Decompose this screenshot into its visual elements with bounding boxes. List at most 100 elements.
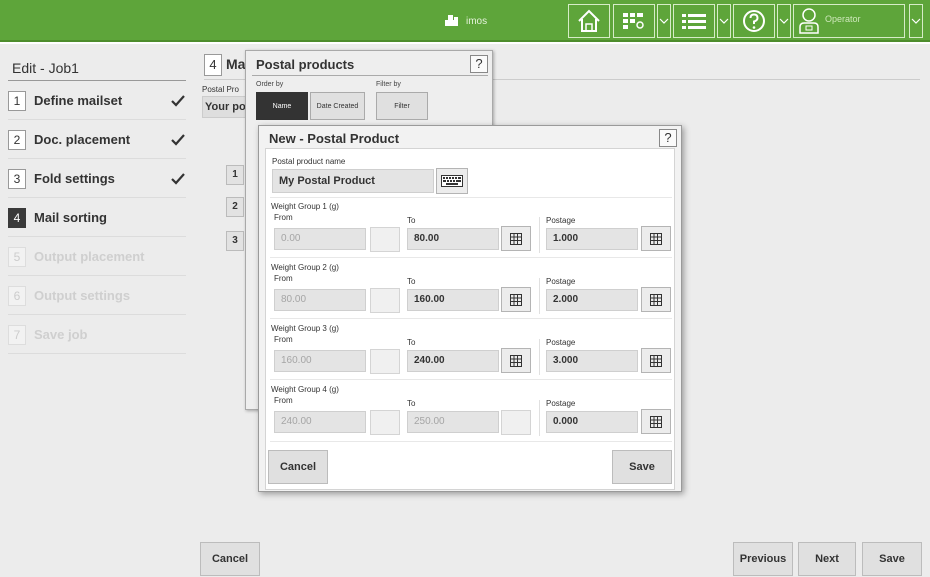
order-by-label: Order by bbox=[256, 81, 284, 88]
divider bbox=[270, 379, 672, 380]
to-label: To bbox=[407, 216, 416, 225]
step-number: 4 bbox=[8, 207, 26, 228]
filter-by-label: Filter by bbox=[376, 81, 401, 88]
empty-slot bbox=[501, 410, 531, 435]
help-button[interactable]: ? bbox=[659, 129, 677, 147]
save-button[interactable]: Save bbox=[862, 542, 922, 576]
filter-button[interactable]: Filter bbox=[376, 92, 428, 120]
postage-label: Postage bbox=[546, 338, 576, 347]
step-label: Save job bbox=[34, 327, 88, 342]
chevron-down-icon bbox=[719, 18, 729, 24]
sidebar-step-doc-placement[interactable]: 2 Doc. placement bbox=[8, 121, 186, 159]
checkmark-icon bbox=[171, 94, 185, 107]
order-by-date-button[interactable]: Date Created bbox=[310, 92, 365, 120]
calculator-button[interactable] bbox=[501, 348, 531, 373]
divider bbox=[270, 257, 672, 258]
help-button[interactable]: ? bbox=[470, 55, 488, 73]
sidebar-step-output-placement: 5 Output placement bbox=[8, 238, 186, 276]
apps-dropdown[interactable] bbox=[657, 4, 671, 38]
calculator-icon bbox=[510, 232, 522, 245]
list-button[interactable] bbox=[673, 4, 715, 38]
calculator-icon bbox=[650, 293, 662, 306]
postage-input[interactable]: 0.000 bbox=[546, 411, 638, 433]
sidebar-title: Edit - Job1 bbox=[12, 60, 79, 76]
dialog-save-button[interactable]: Save bbox=[612, 450, 672, 484]
to-input[interactable]: 240.00 bbox=[407, 350, 499, 372]
from-label: From bbox=[274, 335, 293, 344]
dialog-body: Postal product name My Postal Product We… bbox=[265, 148, 675, 490]
calculator-button[interactable] bbox=[641, 409, 671, 434]
from-input: 160.00 bbox=[274, 350, 366, 372]
panel-title: Postal products bbox=[256, 57, 355, 72]
sidebar-step-define-mailset[interactable]: 1 Define mailset bbox=[8, 82, 186, 120]
step-label: Output placement bbox=[34, 249, 145, 264]
step-number: 2 bbox=[8, 129, 26, 150]
new-postal-product-dialog: New - Postal Product ? Postal product na… bbox=[258, 125, 682, 492]
divider bbox=[270, 441, 672, 442]
step-label: Mail sorting bbox=[34, 210, 107, 225]
sidebar: Edit - Job1 1 Define mailset 2 Doc. plac… bbox=[0, 44, 194, 577]
step-label: Output settings bbox=[34, 288, 131, 303]
calculator-icon bbox=[650, 232, 662, 245]
user-dropdown[interactable] bbox=[909, 4, 923, 38]
sidebar-step-fold-settings[interactable]: 3 Fold settings bbox=[8, 160, 186, 198]
step-number: 1 bbox=[8, 90, 26, 111]
row-number: 2 bbox=[226, 197, 244, 217]
weight-group-label: Weight Group 3 (g) bbox=[271, 324, 339, 333]
calculator-button[interactable] bbox=[641, 348, 671, 373]
weight-group-label: Weight Group 1 (g) bbox=[271, 202, 339, 211]
postage-label: Postage bbox=[546, 399, 576, 408]
step-label: Fold settings bbox=[34, 171, 115, 186]
dialog-title: New - Postal Product bbox=[269, 131, 400, 146]
weight-group-label: Weight Group 2 (g) bbox=[271, 263, 339, 272]
divider bbox=[8, 80, 186, 81]
calculator-button[interactable] bbox=[641, 226, 671, 251]
from-label: From bbox=[274, 213, 293, 222]
chevron-down-icon bbox=[659, 18, 669, 24]
step-number: 5 bbox=[8, 246, 26, 267]
apps-button[interactable] bbox=[613, 4, 655, 38]
apps-icon bbox=[623, 13, 644, 29]
list-dropdown[interactable] bbox=[717, 4, 731, 38]
empty-slot bbox=[370, 227, 400, 252]
calculator-button[interactable] bbox=[501, 287, 531, 312]
from-label: From bbox=[274, 396, 293, 405]
printer-icon bbox=[445, 15, 458, 26]
brand-label: imos bbox=[466, 15, 488, 27]
postal-product-label: Postal Pro bbox=[202, 85, 239, 94]
dialog-cancel-button[interactable]: Cancel bbox=[268, 450, 328, 484]
to-input[interactable]: 80.00 bbox=[407, 228, 499, 250]
calculator-icon bbox=[510, 354, 522, 367]
postage-input[interactable]: 1.000 bbox=[546, 228, 638, 250]
postage-input[interactable]: 3.000 bbox=[546, 350, 638, 372]
from-label: From bbox=[274, 274, 293, 283]
calculator-button[interactable] bbox=[501, 226, 531, 251]
help-icon bbox=[743, 10, 765, 32]
weight-group-label: Weight Group 4 (g) bbox=[271, 385, 339, 394]
postage-input[interactable]: 2.000 bbox=[546, 289, 638, 311]
empty-slot bbox=[370, 288, 400, 313]
calculator-button[interactable] bbox=[641, 287, 671, 312]
help-button[interactable] bbox=[733, 4, 775, 38]
sidebar-step-output-settings: 6 Output settings bbox=[8, 277, 186, 315]
empty-slot bbox=[370, 410, 400, 435]
top-bar: imos Operator bbox=[0, 0, 930, 42]
keyboard-button[interactable] bbox=[436, 168, 468, 194]
divider bbox=[270, 318, 672, 319]
list-icon bbox=[682, 14, 706, 29]
divider bbox=[270, 197, 672, 198]
to-input[interactable]: 160.00 bbox=[407, 289, 499, 311]
cancel-button[interactable]: Cancel bbox=[200, 542, 260, 576]
sidebar-step-mail-sorting[interactable]: 4 Mail sorting bbox=[8, 199, 186, 237]
home-button[interactable] bbox=[568, 4, 610, 38]
chevron-down-icon bbox=[911, 18, 921, 24]
chevron-down-icon bbox=[779, 18, 789, 24]
order-by-name-button[interactable]: Name bbox=[256, 92, 308, 120]
step-number: 7 bbox=[8, 324, 26, 345]
next-button[interactable]: Next bbox=[798, 542, 856, 576]
previous-button[interactable]: Previous bbox=[733, 542, 793, 576]
calculator-icon bbox=[650, 415, 662, 428]
postal-product-name-input[interactable]: My Postal Product bbox=[272, 169, 434, 193]
help-dropdown[interactable] bbox=[777, 4, 791, 38]
from-input: 240.00 bbox=[274, 411, 366, 433]
